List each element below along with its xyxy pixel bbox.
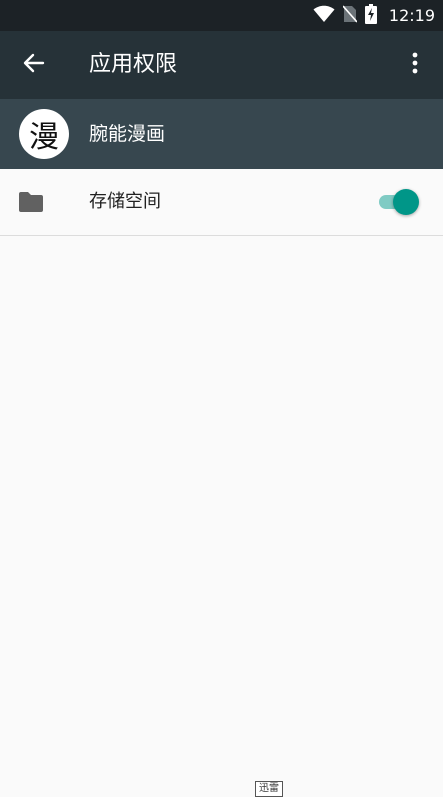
app-bar: 应用权限	[0, 31, 443, 99]
no-sim-icon	[342, 4, 358, 27]
watermark-label: 迅雷	[255, 781, 283, 797]
arrow-back-icon	[23, 52, 45, 78]
back-button[interactable]	[14, 45, 54, 85]
app-avatar: 漫	[19, 109, 69, 159]
storage-permission-toggle[interactable]	[377, 186, 421, 218]
permission-row-storage[interactable]: 存储空间	[0, 169, 443, 236]
more-vert-icon	[412, 52, 418, 78]
overflow-menu-button[interactable]	[401, 45, 429, 85]
permission-label: 存储空间	[89, 191, 161, 212]
status-bar: 12:19	[0, 0, 443, 31]
folder-icon	[17, 190, 45, 214]
toggle-thumb	[393, 189, 419, 215]
status-icons: 12:19	[313, 0, 435, 31]
page-title: 应用权限	[89, 52, 178, 77]
status-time: 12:19	[388, 6, 435, 25]
battery-charging-icon	[364, 3, 377, 28]
wifi-icon	[313, 5, 335, 27]
app-info-header: 漫 腕能漫画	[0, 99, 443, 169]
app-name: 腕能漫画	[89, 123, 166, 145]
